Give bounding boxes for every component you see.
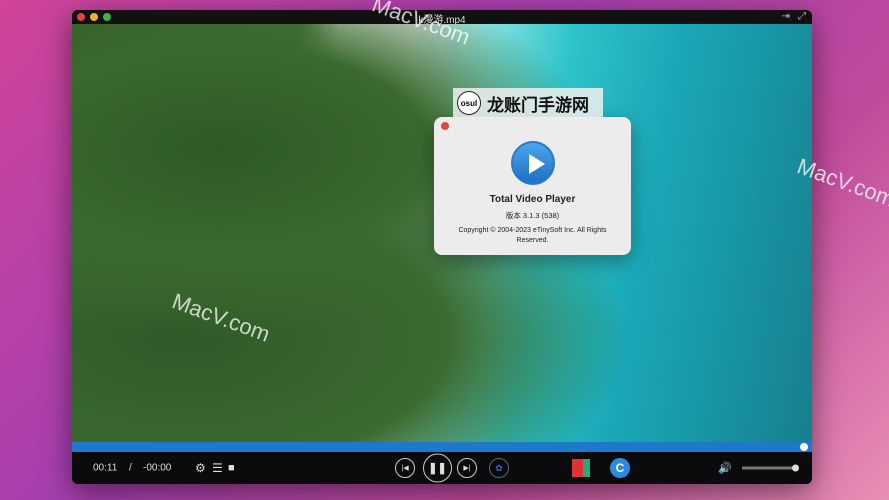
previous-button[interactable]: |◀	[395, 458, 415, 478]
overlay-badge: osul 龙账门手游网	[453, 88, 603, 118]
time-separator: /	[129, 462, 132, 474]
gear-icon[interactable]: ⚙	[195, 461, 206, 475]
app-icon-c[interactable]: C	[610, 458, 630, 478]
volume-slider[interactable]	[742, 464, 799, 472]
pause-button[interactable]: ❚❚	[423, 453, 452, 483]
progress-bar[interactable]	[72, 442, 812, 452]
app-icon-red[interactable]	[572, 459, 590, 477]
progress-knob[interactable]	[800, 443, 808, 451]
app-name: Total Video Player	[489, 194, 576, 205]
camera-icon[interactable]: ■	[228, 462, 235, 474]
fullscreen-icon[interactable]: ⤢	[798, 11, 806, 22]
badge-text: 龙账门手游网	[487, 95, 589, 115]
app-logo-icon	[510, 141, 555, 185]
elapsed-time: 00:11	[93, 462, 118, 474]
volume-knob[interactable]	[792, 464, 799, 472]
next-button[interactable]: ▶|	[457, 458, 477, 478]
app-version: 版本 3.1.3 (538)	[505, 211, 560, 220]
remaining-time: -00:00	[143, 462, 172, 474]
about-dialog: Total Video Player 版本 3.1.3 (538) Copyri…	[434, 117, 631, 255]
control-bar: 00:11 / -00:00 ⚙ ☰ ■ |◀ ❚❚ ▶| ✿ C 🔊	[72, 452, 812, 484]
playlist-icon[interactable]: ☰	[212, 461, 223, 475]
volume-icon[interactable]: 🔊	[718, 462, 732, 475]
dialog-close-button[interactable]	[441, 122, 449, 130]
copyright: Copyright © 2004-2023 eTinySoft Inc. All…	[458, 227, 607, 244]
badge-logo: osul	[457, 91, 481, 115]
pin-icon[interactable]: ⇥	[782, 11, 790, 22]
paw-icon[interactable]: ✿	[489, 458, 509, 478]
